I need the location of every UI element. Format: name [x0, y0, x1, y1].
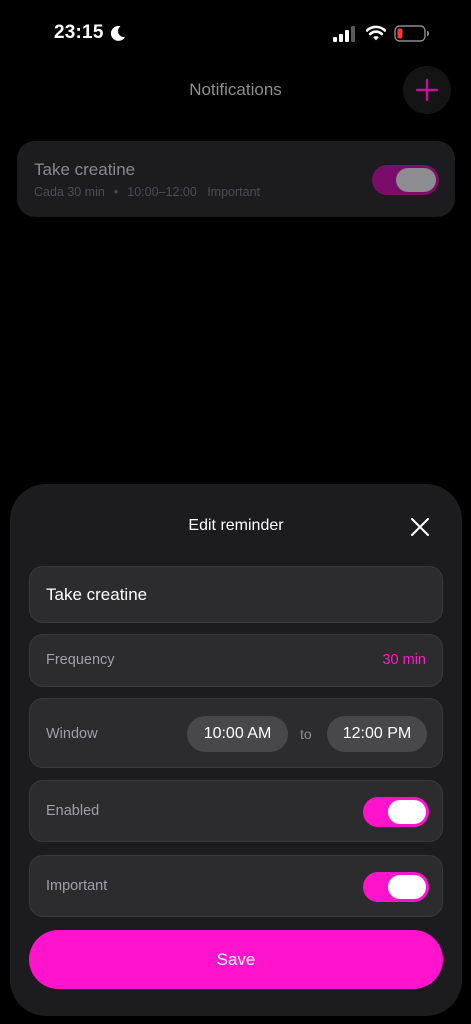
edit-reminder-sheet: Edit reminder Frequency 30 min Window 10… [10, 484, 462, 1016]
reminder-card[interactable]: Take creatine Cada 30 min • 10:00–12:00 Im… [17, 141, 455, 217]
page-title: Notifications [189, 80, 282, 99]
frequency-value[interactable]: 30 min [382, 652, 426, 668]
window-start-picker[interactable]: 10:00 AM [187, 716, 288, 752]
frequency-row[interactable]: Frequency 30 min [29, 634, 443, 687]
toggle-knob [388, 875, 426, 899]
window-end-picker[interactable]: 12:00 PM [327, 716, 427, 752]
frequency-label: Frequency [46, 652, 115, 668]
status-bar: 23:15 [0, 0, 471, 70]
reminder-meta: Cada 30 min • 10:00–12:00 Important [34, 185, 260, 199]
save-button[interactable]: Save [29, 930, 443, 989]
reminder-name-input[interactable] [29, 566, 443, 623]
close-button[interactable] [405, 512, 435, 542]
important-label: Important [46, 878, 108, 894]
toggle-knob [396, 168, 436, 192]
battery-icon [394, 25, 429, 42]
window-label: Window [46, 726, 98, 742]
status-time: 23:15 [54, 22, 104, 43]
enabled-toggle[interactable] [363, 797, 429, 827]
reminder-toggle[interactable] [372, 165, 439, 195]
reminder-title: Take creatine [34, 160, 136, 179]
enabled-label: Enabled [46, 803, 100, 819]
reminder-frequency: Cada 30 min [34, 185, 105, 199]
wifi-icon [366, 25, 386, 41]
plus-icon [415, 78, 439, 102]
enabled-row: Enabled [29, 780, 443, 842]
moon-icon [110, 25, 125, 41]
add-reminder-button[interactable] [403, 66, 451, 114]
signal-icon [333, 26, 355, 42]
reminder-window: 10:00–12:00 [127, 185, 197, 199]
meta-separator: • [113, 185, 119, 199]
window-to-label: to [300, 726, 312, 742]
window-row: Window 10:00 AM to 12:00 PM [29, 698, 443, 768]
toggle-knob [388, 800, 426, 824]
reminder-priority: Important [207, 185, 261, 199]
close-icon [411, 518, 429, 536]
important-row: Important [29, 855, 443, 917]
important-toggle[interactable] [363, 872, 429, 902]
sheet-title: Edit reminder [188, 517, 284, 534]
